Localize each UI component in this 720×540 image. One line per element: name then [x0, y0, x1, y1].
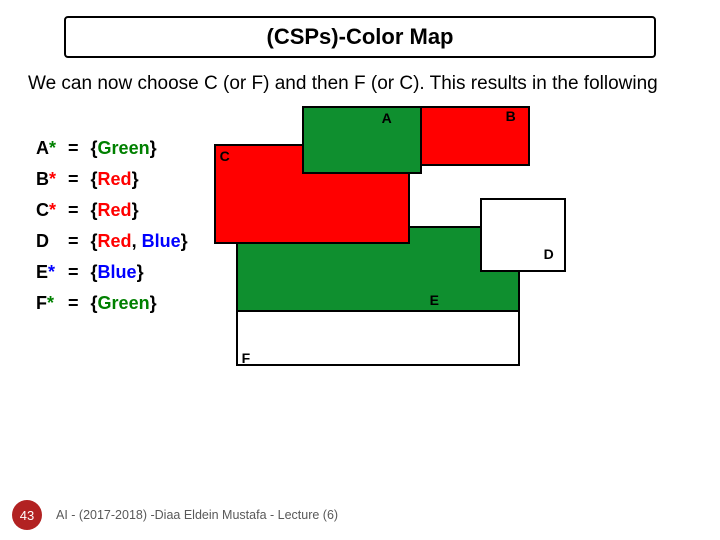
assignment-value: {Red}: [91, 165, 198, 194]
star-icon: *: [49, 138, 56, 158]
assignment-row: A*={Green}: [36, 134, 198, 163]
assignment-row: D={Red, Blue}: [36, 227, 198, 256]
assignment-value: {Blue}: [91, 258, 198, 287]
slide-title: (CSPs)-Color Map: [267, 24, 454, 49]
assignment-var: B*: [36, 165, 66, 194]
label-b: B: [506, 108, 516, 124]
content-row: A*={Green}B*={Red}C*={Red}D={Red, Blue}E…: [24, 106, 696, 386]
footer-text: AI - (2017-2018) -Diaa Eldein Mustafa - …: [56, 508, 338, 523]
assignment-row: C*={Red}: [36, 196, 198, 225]
slide-footer: 43 AI - (2017-2018) -Diaa Eldein Mustafa…: [0, 500, 338, 530]
color-map: A B C D E F: [208, 106, 568, 386]
assignment-row: E*={Blue}: [36, 258, 198, 287]
label-e: E: [430, 292, 439, 308]
region-a: [302, 106, 422, 174]
star-icon: *: [49, 169, 56, 189]
assignment-eq: =: [68, 258, 89, 287]
assignment-eq: =: [68, 165, 89, 194]
label-d: D: [544, 246, 554, 262]
assignment-eq: =: [68, 289, 89, 318]
assignment-var: E*: [36, 258, 66, 287]
label-a: A: [382, 110, 392, 126]
assignment-eq: =: [68, 196, 89, 225]
assignment-var: D: [36, 227, 66, 256]
assignment-var: F*: [36, 289, 66, 318]
assignment-value: {Green}: [91, 134, 198, 163]
star-icon: *: [49, 200, 56, 220]
assignment-row: B*={Red}: [36, 165, 198, 194]
slide-number-badge: 43: [12, 500, 42, 530]
assignments-table: A*={Green}B*={Red}C*={Red}D={Red, Blue}E…: [34, 132, 200, 320]
assignment-eq: =: [68, 227, 89, 256]
assignment-row: F*={Green}: [36, 289, 198, 318]
assignment-var: C*: [36, 196, 66, 225]
assignment-var: A*: [36, 134, 66, 163]
assignment-value: {Red}: [91, 196, 198, 225]
slide-title-box: (CSPs)-Color Map: [64, 16, 656, 58]
assignment-eq: =: [68, 134, 89, 163]
body-text: We can now choose C (or F) and then F (o…: [28, 72, 692, 96]
star-icon: *: [48, 262, 55, 282]
star-icon: *: [47, 293, 54, 313]
label-c: C: [220, 148, 230, 164]
slide: (CSPs)-Color Map We can now choose C (or…: [0, 0, 720, 540]
assignment-value: {Green}: [91, 289, 198, 318]
label-f: F: [242, 350, 251, 366]
assignment-value: {Red, Blue}: [91, 227, 198, 256]
